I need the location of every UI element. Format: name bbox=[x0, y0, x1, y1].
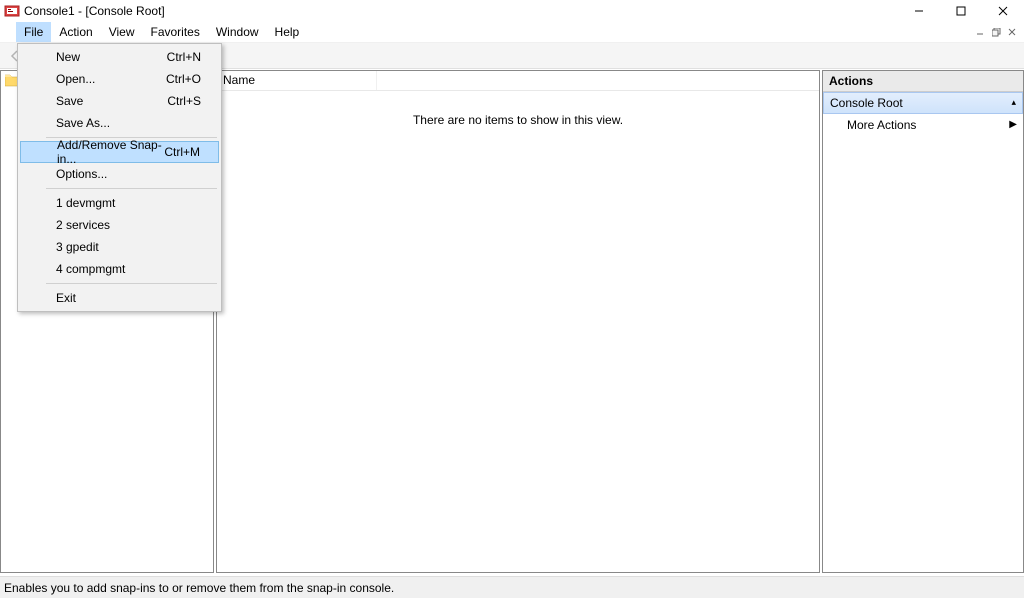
collapse-icon: ▴ bbox=[1011, 97, 1016, 108]
menu-file[interactable]: File bbox=[16, 22, 51, 42]
status-text: Enables you to add snap-ins to or remove… bbox=[4, 581, 394, 595]
status-bar: Enables you to add snap-ins to or remove… bbox=[0, 576, 1024, 598]
menu-item-label: Save bbox=[56, 94, 83, 108]
menu-item-shortcut: Ctrl+N bbox=[167, 50, 201, 64]
menu-item-label: 3 gpedit bbox=[56, 240, 99, 254]
menu-bar: File Action View Favorites Window Help bbox=[0, 22, 1024, 43]
menu-item-shortcut: Ctrl+S bbox=[167, 94, 201, 108]
menu-item-save-as[interactable]: Save As... bbox=[20, 112, 219, 134]
menu-separator bbox=[46, 283, 217, 284]
menu-item-label: 1 devmgmt bbox=[56, 196, 115, 210]
list-column-name[interactable]: Name bbox=[217, 71, 377, 90]
menu-help[interactable]: Help bbox=[267, 22, 308, 42]
menu-view[interactable]: View bbox=[101, 22, 143, 42]
menu-item-exit[interactable]: Exit bbox=[20, 287, 219, 309]
list-pane[interactable]: Name There are no items to show in this … bbox=[216, 70, 820, 573]
menu-item-label: Options... bbox=[56, 167, 107, 181]
menu-item-label: Exit bbox=[56, 291, 76, 305]
menu-item-label: Save As... bbox=[56, 116, 110, 130]
menu-item-save[interactable]: Save Ctrl+S bbox=[20, 90, 219, 112]
actions-section-label: Console Root bbox=[830, 96, 903, 110]
mdi-controls bbox=[972, 25, 1020, 39]
menu-item-recent-3[interactable]: 3 gpedit bbox=[20, 236, 219, 258]
mdi-close-button[interactable] bbox=[1004, 25, 1020, 39]
menu-item-label: New bbox=[56, 50, 80, 64]
maximize-button[interactable] bbox=[940, 0, 982, 22]
menu-item-recent-4[interactable]: 4 compmgmt bbox=[20, 258, 219, 280]
menu-item-recent-2[interactable]: 2 services bbox=[20, 214, 219, 236]
menu-action[interactable]: Action bbox=[51, 22, 100, 42]
list-empty-message: There are no items to show in this view. bbox=[217, 91, 819, 572]
actions-more-actions[interactable]: More Actions ▶ bbox=[823, 114, 1023, 136]
menu-item-recent-1[interactable]: 1 devmgmt bbox=[20, 192, 219, 214]
minimize-button[interactable] bbox=[898, 0, 940, 22]
actions-more-label: More Actions bbox=[847, 118, 916, 132]
window-title: Console1 - [Console Root] bbox=[24, 4, 165, 18]
menu-item-shortcut: Ctrl+M bbox=[164, 145, 200, 159]
menu-item-label: Add/Remove Snap-in... bbox=[57, 138, 164, 166]
actions-pane: Actions Console Root ▴ More Actions ▶ bbox=[822, 70, 1024, 573]
file-menu-dropdown: New Ctrl+N Open... Ctrl+O Save Ctrl+S Sa… bbox=[17, 43, 222, 312]
menu-item-options[interactable]: Options... bbox=[20, 163, 219, 185]
app-icon bbox=[4, 3, 20, 19]
menu-item-new[interactable]: New Ctrl+N bbox=[20, 46, 219, 68]
list-header: Name bbox=[217, 71, 819, 91]
menu-item-shortcut: Ctrl+O bbox=[166, 72, 201, 86]
actions-header: Actions bbox=[823, 71, 1023, 92]
close-button[interactable] bbox=[982, 0, 1024, 22]
menu-separator bbox=[46, 188, 217, 189]
menu-window[interactable]: Window bbox=[208, 22, 267, 42]
menu-item-label: 2 services bbox=[56, 218, 110, 232]
arrow-right-icon: ▶ bbox=[1009, 119, 1017, 130]
title-bar: Console1 - [Console Root] bbox=[0, 0, 1024, 22]
menu-item-add-remove-snapin[interactable]: Add/Remove Snap-in... Ctrl+M bbox=[20, 141, 219, 163]
menu-item-label: 4 compmgmt bbox=[56, 262, 125, 276]
mdi-restore-button[interactable] bbox=[988, 25, 1004, 39]
menu-item-open[interactable]: Open... Ctrl+O bbox=[20, 68, 219, 90]
mdi-minimize-button[interactable] bbox=[972, 25, 988, 39]
window-controls bbox=[898, 0, 1024, 22]
menu-item-label: Open... bbox=[56, 72, 95, 86]
actions-section-console-root[interactable]: Console Root ▴ bbox=[823, 92, 1023, 114]
menu-favorites[interactable]: Favorites bbox=[143, 22, 208, 42]
